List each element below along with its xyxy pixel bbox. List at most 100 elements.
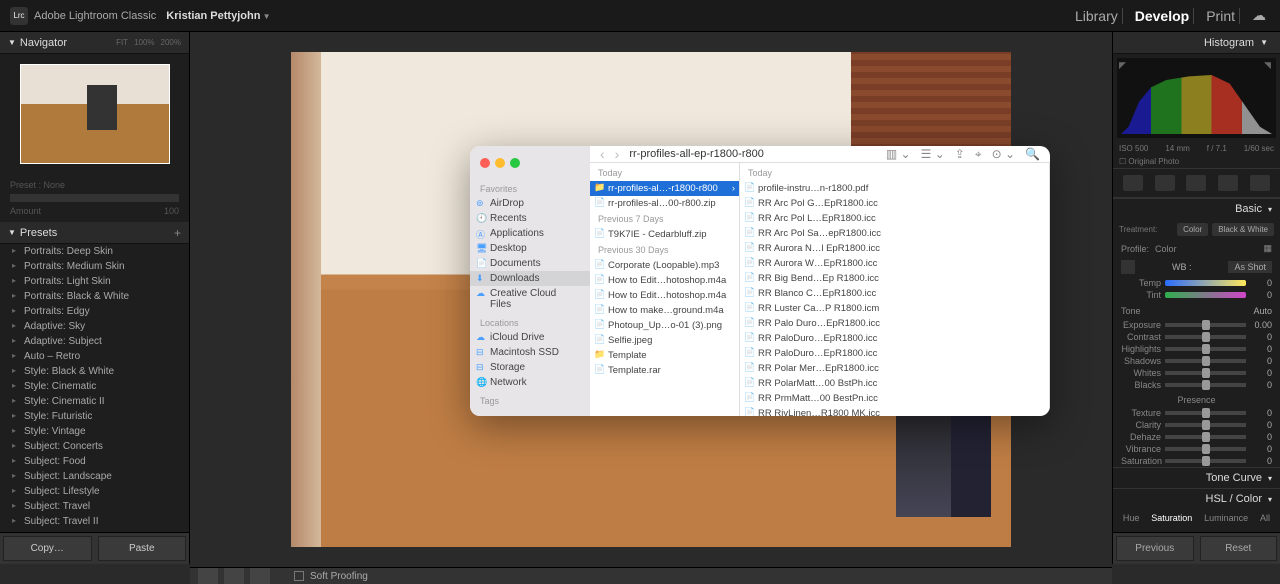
dehaze-slider[interactable] xyxy=(1165,435,1246,439)
preset-item[interactable]: Subject: Travel xyxy=(0,499,189,514)
hsl-tab-saturation[interactable]: Saturation xyxy=(1151,513,1192,523)
cloud-sync-icon[interactable]: ☁ xyxy=(1248,7,1270,24)
file-row[interactable]: 📁rr-profiles-al…-r1800-r800 xyxy=(590,181,739,196)
sidebar-item[interactable]: 🌐Network xyxy=(470,375,590,390)
preset-list[interactable]: Portraits: Deep SkinPortraits: Medium Sk… xyxy=(0,244,189,532)
preset-item[interactable]: Auto – Retro xyxy=(0,349,189,364)
preset-item[interactable]: Portraits: Light Skin xyxy=(0,274,189,289)
file-row[interactable]: 📄RR Luster Ca…P R1800.icm xyxy=(740,301,1049,316)
tag-icon[interactable]: ⌖ xyxy=(975,147,982,162)
preset-item[interactable]: Style: Cinematic II xyxy=(0,394,189,409)
file-row[interactable]: 📄Selfie.jpeg xyxy=(590,333,739,348)
hsl-tab-hue[interactable]: Hue xyxy=(1123,513,1140,523)
file-row[interactable]: 📄RR Big Bend…Ep R1800.icc xyxy=(740,271,1049,286)
finder-column-2[interactable]: Today📄profile-instru…n-r1800.pdf📄RR Arc … xyxy=(740,163,1050,416)
file-row[interactable]: 📄RR Aurora W…EpR1800.icc xyxy=(740,256,1049,271)
nav-fit[interactable]: FIT xyxy=(116,38,128,47)
nav-100[interactable]: 100% xyxy=(134,38,154,47)
file-row[interactable]: 📄How to Edit…hotoshop.m4a xyxy=(590,273,739,288)
sidebar-item[interactable]: ⒶApplications xyxy=(470,226,590,241)
preset-item[interactable]: Style: Cinematic xyxy=(0,379,189,394)
group-icon[interactable]: ☰ ⌄ xyxy=(921,147,945,161)
profile-browser-icon[interactable]: ▦ xyxy=(1263,243,1272,254)
file-row[interactable]: 📄How to Edit…hotoshop.m4a xyxy=(590,288,739,303)
contrast-slider[interactable] xyxy=(1165,335,1246,339)
user-menu[interactable]: Kristian Pettyjohn xyxy=(166,10,270,22)
file-row[interactable]: 📄RR Arc Pol L…EpR1800.icc xyxy=(740,211,1049,226)
file-row[interactable]: 📄RR PaloDuro…EpR1800.icc xyxy=(740,346,1049,361)
file-row[interactable]: 📄RR RivLinen…R1800 MK.icc xyxy=(740,406,1049,416)
redeye-tool-icon[interactable] xyxy=(1186,175,1206,191)
file-row[interactable]: 📄RR Aurora N…l EpR1800.icc xyxy=(740,241,1049,256)
original-photo-checkbox[interactable]: Original Photo xyxy=(1113,155,1280,168)
file-row[interactable]: 📄How to make…ground.m4a xyxy=(590,303,739,318)
basic-panel-header[interactable]: Basic xyxy=(1113,199,1280,219)
navigator-header[interactable]: ▼ Navigator FIT 100% 200% xyxy=(0,32,189,54)
file-row[interactable]: 📄RR PaloDuro…EpR1800.icc xyxy=(740,331,1049,346)
file-row[interactable]: 📄RR PrmMatt…00 BestPn.icc xyxy=(740,391,1049,406)
shadows-slider[interactable] xyxy=(1165,359,1246,363)
preset-item[interactable]: Subject: Concerts xyxy=(0,439,189,454)
preset-item[interactable]: Portraits: Medium Skin xyxy=(0,259,189,274)
shadow-clip-icon[interactable]: ◤ xyxy=(1119,60,1129,70)
before-after-icon[interactable] xyxy=(224,568,244,584)
heal-tool-icon[interactable] xyxy=(1155,175,1175,191)
file-row[interactable]: 📄Template.rar xyxy=(590,363,739,378)
file-row[interactable]: 📁Template xyxy=(590,348,739,363)
preset-item[interactable]: Adaptive: Subject xyxy=(0,334,189,349)
vibrance-slider[interactable] xyxy=(1165,447,1246,451)
sidebar-item[interactable]: ⊚AirDrop xyxy=(470,196,590,211)
add-preset-icon[interactable]: + xyxy=(174,226,181,240)
hsl-tab-all[interactable]: All xyxy=(1260,513,1270,523)
file-row[interactable]: 📄T9K7IE - Cedarbluff.zip xyxy=(590,227,739,242)
close-window-icon[interactable] xyxy=(480,158,490,168)
wb-preset-select[interactable]: As Shot xyxy=(1228,261,1272,273)
view-columns-icon[interactable]: ▥ ⌄ xyxy=(886,147,911,161)
tone-curve-header[interactable]: Tone Curve xyxy=(1113,468,1280,488)
preset-item[interactable]: Portraits: Edgy xyxy=(0,304,189,319)
file-row[interactable]: 📄Photoup_Up…o-01 (3).png xyxy=(590,318,739,333)
temp-slider[interactable] xyxy=(1165,280,1246,286)
blacks-slider[interactable] xyxy=(1165,383,1246,387)
finder-column-1[interactable]: Today📁rr-profiles-al…-r1800-r800📄rr-prof… xyxy=(590,163,740,416)
treatment-bw[interactable]: Black & White xyxy=(1212,223,1274,236)
grid-view-icon[interactable] xyxy=(250,568,270,584)
presets-header[interactable]: ▼ Presets + xyxy=(0,222,189,244)
file-row[interactable]: 📄RR Arc Pol Sa…epR1800.icc xyxy=(740,226,1049,241)
saturation-slider[interactable] xyxy=(1165,459,1246,463)
hsl-header[interactable]: HSL / Color xyxy=(1113,489,1280,509)
navigator-preview[interactable] xyxy=(0,54,189,174)
sidebar-item[interactable]: 📄Documents xyxy=(470,256,590,271)
file-row[interactable]: 📄RR Polar Mer…EpR1800.icc xyxy=(740,361,1049,376)
module-print[interactable]: Print xyxy=(1202,8,1240,24)
clarity-slider[interactable] xyxy=(1165,423,1246,427)
brush-tool-icon[interactable] xyxy=(1250,175,1270,191)
maximize-window-icon[interactable] xyxy=(510,158,520,168)
exposure-slider[interactable] xyxy=(1165,323,1246,327)
file-row[interactable]: 📄profile-instru…n-r1800.pdf xyxy=(740,181,1049,196)
minimize-window-icon[interactable] xyxy=(495,158,505,168)
module-library[interactable]: Library xyxy=(1071,8,1123,24)
preset-item[interactable]: Portraits: Black & White xyxy=(0,289,189,304)
back-icon[interactable]: ‹ xyxy=(600,146,605,162)
file-row[interactable]: 📄RR PolarMatt…00 BstPh.icc xyxy=(740,376,1049,391)
file-row[interactable]: 📄Corporate (Loopable).mp3 xyxy=(590,258,739,273)
nav-200[interactable]: 200% xyxy=(161,38,181,47)
loupe-view-icon[interactable] xyxy=(198,568,218,584)
reset-button[interactable]: Reset xyxy=(1200,536,1278,561)
forward-icon[interactable]: › xyxy=(615,146,620,162)
file-row[interactable]: 📄RR Blanco C…EpR1800.icc xyxy=(740,286,1049,301)
wb-dropper-icon[interactable] xyxy=(1121,260,1135,274)
preset-item[interactable]: Subject: Landscape xyxy=(0,469,189,484)
preset-item[interactable]: Subject: Travel II xyxy=(0,514,189,529)
whites-slider[interactable] xyxy=(1165,371,1246,375)
paste-button[interactable]: Paste xyxy=(98,536,187,561)
preset-item[interactable]: Style: Black & White xyxy=(0,364,189,379)
preset-item[interactable]: Adaptive: Sky xyxy=(0,319,189,334)
auto-tone-button[interactable]: Auto xyxy=(1253,306,1272,316)
sidebar-item[interactable]: ☁iCloud Drive xyxy=(470,330,590,345)
highlights-slider[interactable] xyxy=(1165,347,1246,351)
file-row[interactable]: 📄RR Arc Pol G…EpR1800.icc xyxy=(740,196,1049,211)
highlight-clip-icon[interactable]: ◥ xyxy=(1264,60,1274,70)
sidebar-item[interactable]: 🖥Desktop xyxy=(470,241,590,256)
